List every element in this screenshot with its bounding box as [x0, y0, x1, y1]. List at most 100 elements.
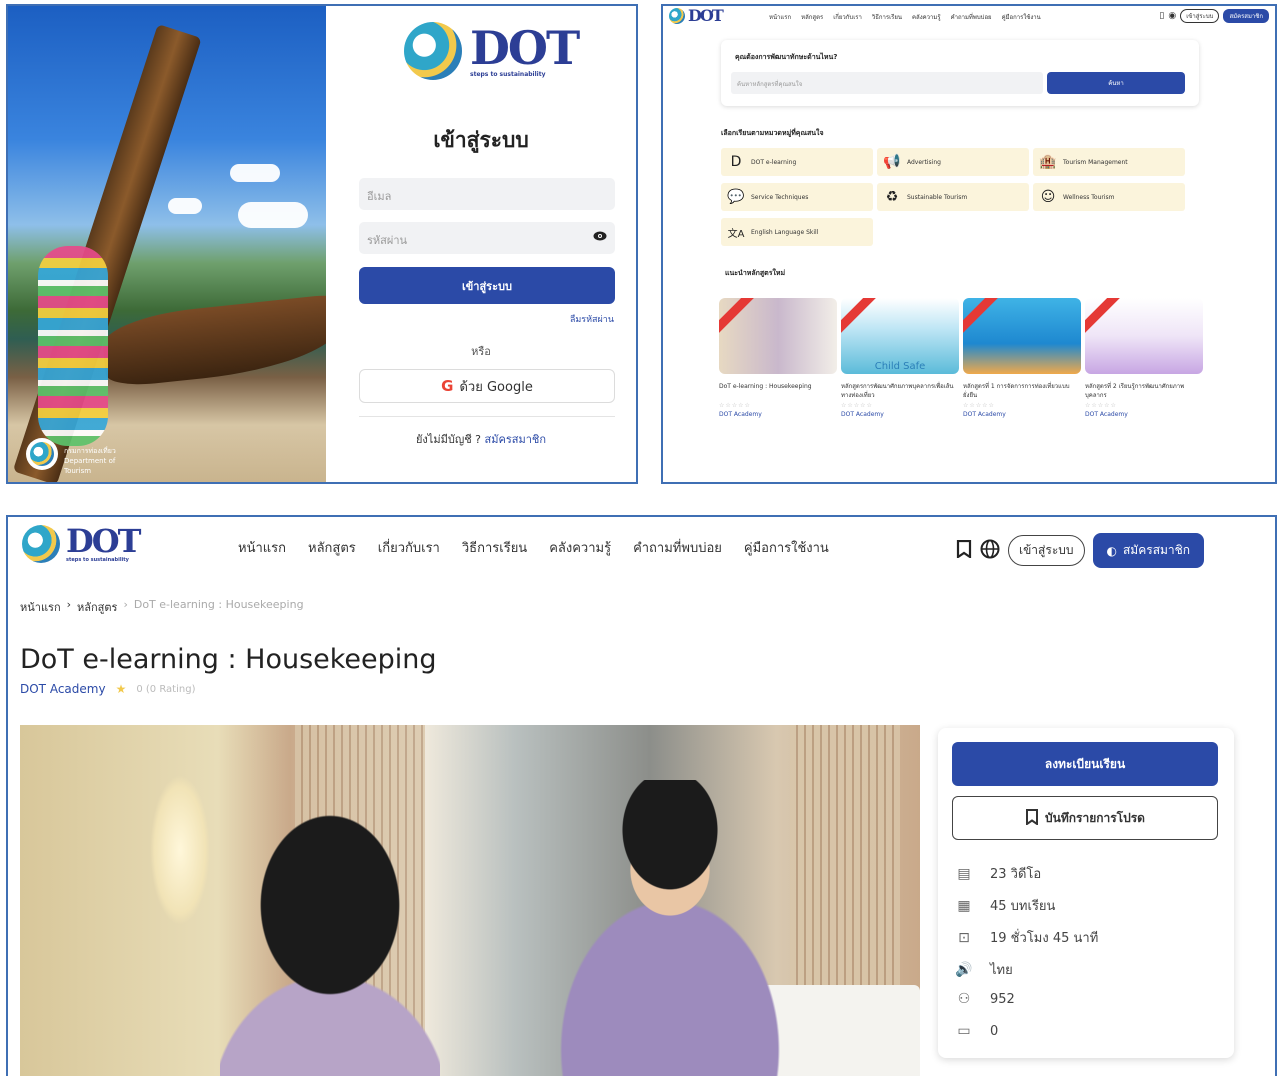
star-icon: ★ — [115, 682, 127, 696]
language-icon: 🔊 — [955, 961, 973, 978]
category-advertising[interactable]: 📢 Advertising — [877, 148, 1029, 176]
nav-home[interactable]: หน้าแรก — [238, 537, 286, 558]
login-screenshot: กรมการท่องเที่ยว Department of Tourism D… — [6, 4, 638, 484]
dot-letter-icon: D — [730, 154, 742, 170]
google-icon: G — [441, 377, 454, 395]
comments-icon: ▭ — [957, 1023, 971, 1039]
rating-text: 0 (0 Rating) — [136, 683, 196, 695]
nav-about[interactable]: เกี่ยวกับเรา — [833, 12, 862, 22]
enroll-button[interactable]: ลงทะเบียนเรียน — [952, 742, 1218, 786]
course-title: DoT e-learning : Housekeeping — [20, 644, 437, 675]
login-pill[interactable]: เข้าสู่ระบบ — [1180, 9, 1220, 23]
category-service-techniques[interactable]: 💬 Service Techniques — [721, 183, 873, 211]
academy-link[interactable]: DOT Academy — [20, 682, 106, 696]
eye-icon[interactable] — [593, 231, 607, 244]
category-dot-elearning[interactable]: D DOT e-learning — [721, 148, 873, 176]
stat-language: 🔊 ไทย — [955, 961, 1013, 979]
signup-prompt: ยังไม่มีบัญชี ? สมัครสมาชิก — [415, 433, 547, 446]
video-icon: ▤ — [957, 865, 971, 882]
bookmark-icon — [1025, 808, 1039, 828]
stat-comments: ▭ 0 — [954, 1023, 998, 1039]
category-wellness-tourism[interactable]: ☺ Wellness Tourism — [1033, 183, 1185, 211]
breadcrumb-current: DoT e-learning : Housekeeping — [133, 598, 304, 611]
nav-faq[interactable]: คำถามที่พบบ่อย — [951, 12, 992, 22]
nav-how-to-learn[interactable]: วิธีการเรียน — [462, 537, 527, 558]
signup-pill[interactable]: สมัครสมาชิก — [1223, 9, 1269, 23]
rating-stars: ☆☆☆☆☆ — [841, 402, 873, 409]
breadcrumb-home[interactable]: หน้าแรก — [20, 598, 61, 616]
course-detail-screenshot: DOT steps to sustainability หน้าแรก หลัก… — [6, 515, 1277, 1076]
breadcrumb-courses[interactable]: หลักสูตร — [77, 598, 117, 616]
dot-logo[interactable]: DOT steps to sustainability — [22, 525, 141, 563]
course-card[interactable]: หลักสูตรที่ 1 การจัดการการท่องเที่ยวแบบย… — [963, 298, 1081, 418]
duration-icon: ⊡ — [958, 929, 970, 946]
stat-videos: ▤ 23 วิดีโอ — [954, 863, 1041, 884]
category-english[interactable]: 文A English Language Skill — [721, 218, 873, 246]
signup-button[interactable]: ◐ สมัครสมาชิก — [1092, 533, 1205, 568]
category-sustainable-tourism[interactable]: ♻ Sustainable Tourism — [877, 183, 1029, 211]
nav-manual[interactable]: คู่มือการใช้งาน — [744, 537, 829, 558]
nav-courses[interactable]: หลักสูตร — [801, 12, 823, 22]
login-button[interactable]: เข้าสู่ระบบ — [359, 267, 615, 304]
signup-link[interactable]: สมัครสมาชิก — [485, 433, 547, 446]
nav-knowledge[interactable]: คลังความรู้ — [549, 537, 611, 558]
save-favorite-button[interactable]: บันทึกรายการโปรด — [952, 796, 1218, 840]
search-input[interactable]: ค้นหาหลักสูตรที่คุณสนใจ — [731, 72, 1043, 94]
forgot-password-link[interactable]: ลืมรหัสผ่าน — [570, 312, 614, 326]
top-nav: DOT หน้าแรก หลักสูตร เกี่ยวกับเรา วิธีกา… — [663, 6, 1275, 28]
rating-stars: ☆☆☆☆☆ — [719, 402, 751, 409]
smile-icon: ☺ — [1040, 189, 1056, 205]
nav-courses[interactable]: หลักสูตร — [308, 537, 356, 558]
bookmark-icon[interactable]: ▯ — [1159, 11, 1164, 21]
divider — [359, 416, 615, 417]
search-question: คุณต้องการพัฒนาทักษะด้านไหน? — [735, 53, 838, 61]
learners-icon: ⚇ — [957, 991, 971, 1007]
dot-seal-icon — [26, 438, 58, 470]
translate-icon: 文A — [727, 228, 745, 240]
search-button[interactable]: ค้นหา — [1047, 72, 1185, 94]
scene-caption: กรมการท่องเที่ยว Department of Tourism — [64, 447, 116, 475]
course-card[interactable]: หลักสูตรที่ 2 เรียนรู้การพัฒนาศักยภาพบุค… — [1085, 298, 1203, 418]
nav-faq[interactable]: คำถามที่พบบ่อย — [633, 537, 722, 558]
stat-learners: ⚇ 952 — [954, 991, 1015, 1007]
login-form: DOT steps to sustainability เข้าสู่ระบบ … — [326, 6, 636, 482]
top-nav: DOT steps to sustainability หน้าแรก หลัก… — [8, 517, 1275, 579]
beach-boat-photo: กรมการท่องเที่ยว Department of Tourism — [8, 6, 326, 482]
email-field[interactable]: อีเมล — [359, 178, 615, 210]
login-heading: เข้าสู่ระบบ — [433, 128, 529, 152]
categories-title: เลือกเรียนตามหมวดหมู่ที่คุณสนใจ — [721, 129, 824, 137]
breadcrumb: หน้าแรก › หลักสูตร › DoT e-learning : Ho… — [20, 598, 304, 616]
dot-logo: DOT steps to sustainability — [404, 22, 580, 80]
login-button[interactable]: เข้าสู่ระบบ — [1008, 535, 1085, 566]
course-card[interactable]: DoT e-learning : Housekeeping ☆☆☆☆☆ DOT … — [719, 298, 837, 418]
search-card: คุณต้องการพัฒนาทักษะด้านไหน? ค้นหาหลักสู… — [721, 40, 1199, 106]
nav-manual[interactable]: คู่มือการใช้งาน — [1002, 12, 1041, 22]
dot-logo[interactable]: DOT — [669, 8, 724, 24]
chevron-right-icon: › — [123, 598, 128, 611]
globe-icon[interactable] — [980, 539, 1000, 563]
course-cover-image — [20, 725, 920, 1076]
course-card[interactable]: Child Safe หลักสูตรการพัฒนาศักยภาพบุคลาก… — [841, 298, 959, 418]
home-screenshot: DOT หน้าแรก หลักสูตร เกี่ยวกับเรา วิธีกา… — [661, 4, 1277, 484]
hotel-icon: 🏨 — [1039, 154, 1057, 170]
category-tourism-management[interactable]: 🏨 Tourism Management — [1033, 148, 1185, 176]
course-meta: DOT Academy ★ 0 (0 Rating) — [20, 682, 195, 696]
globe-icon[interactable]: ◉ — [1168, 11, 1176, 21]
nav-knowledge[interactable]: คลังความรู้ — [912, 12, 941, 22]
chat-icon: 💬 — [727, 189, 745, 205]
stat-lessons: ▦ 45 บทเรียน — [954, 895, 1055, 916]
nav-home[interactable]: หน้าแรก — [769, 12, 791, 22]
megaphone-icon: 📢 — [883, 154, 901, 170]
user-icon: ◐ — [1106, 543, 1117, 558]
rating-stars: ☆☆☆☆☆ — [963, 402, 995, 409]
or-separator: หรือ — [471, 345, 491, 358]
stat-duration: ⊡ 19 ชั่วโมง 45 นาที — [954, 927, 1098, 948]
recommended-title: แนะนำหลักสูตรใหม่ — [725, 269, 786, 277]
google-login-button[interactable]: G ด้วย Google — [359, 369, 615, 403]
chevron-right-icon: › — [66, 598, 72, 611]
bookmark-icon[interactable] — [956, 539, 972, 562]
rating-stars: ☆☆☆☆☆ — [1085, 402, 1117, 409]
nav-how-to-learn[interactable]: วิธีการเรียน — [872, 12, 902, 22]
password-field[interactable]: รหัสผ่าน — [359, 222, 615, 254]
nav-about[interactable]: เกี่ยวกับเรา — [378, 537, 440, 558]
